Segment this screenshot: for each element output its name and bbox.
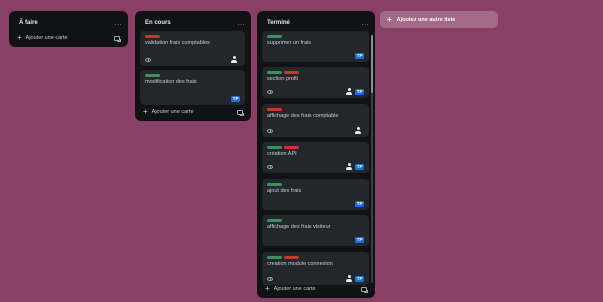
avatar-icon[interactable] bbox=[231, 56, 237, 63]
scrollbar[interactable] bbox=[371, 35, 373, 283]
scrollbar-thumb[interactable] bbox=[371, 35, 373, 93]
card[interactable]: ajout des frais TP bbox=[262, 179, 369, 210]
card-labels bbox=[267, 183, 364, 186]
member-badge[interactable]: TP bbox=[355, 200, 364, 207]
add-card-button[interactable]: + Ajouter une carte bbox=[265, 285, 316, 293]
card-labels bbox=[267, 35, 364, 38]
add-card-label: Ajouter une carte bbox=[151, 109, 194, 115]
card-badges: TP bbox=[267, 236, 364, 243]
eye-icon bbox=[145, 57, 151, 62]
card-title: ajout des frais bbox=[267, 188, 302, 194]
card-labels bbox=[145, 35, 240, 38]
card-badges bbox=[267, 127, 364, 134]
label-red[interactable] bbox=[284, 71, 299, 74]
label-green[interactable] bbox=[267, 183, 282, 186]
card-badges: TP bbox=[267, 88, 364, 95]
card-title: affichage des frais comptable bbox=[267, 113, 339, 119]
card-title: section profil bbox=[267, 76, 298, 82]
member-badge[interactable]: TP bbox=[355, 236, 364, 243]
plus-icon: + bbox=[17, 33, 22, 42]
label-red[interactable] bbox=[284, 256, 299, 259]
card[interactable]: supprimer un frais TP bbox=[262, 31, 369, 62]
card-labels bbox=[267, 146, 364, 149]
card[interactable]: section profil TP bbox=[262, 67, 369, 98]
list-menu-button[interactable]: ... bbox=[238, 20, 245, 27]
template-icon[interactable] bbox=[114, 35, 121, 42]
label-green[interactable] bbox=[267, 219, 282, 222]
list-termine: Terminé ... supprimer un frais TP sectio… bbox=[257, 11, 375, 298]
card-badges: TP bbox=[267, 52, 364, 59]
card-labels bbox=[267, 256, 364, 259]
label-red[interactable] bbox=[267, 108, 282, 111]
card-labels bbox=[267, 219, 364, 222]
member-badge[interactable]: TP bbox=[355, 88, 364, 95]
plus-icon: + bbox=[387, 14, 392, 24]
label-red[interactable] bbox=[145, 35, 160, 38]
card-title: création API bbox=[267, 151, 297, 157]
label-green[interactable] bbox=[267, 146, 282, 149]
card-title: creation module connexion bbox=[267, 261, 333, 267]
list-footer: + Ajouter une carte bbox=[9, 29, 128, 47]
add-card-label: Ajouter une carte bbox=[273, 286, 316, 292]
label-green[interactable] bbox=[267, 71, 282, 74]
card-labels bbox=[267, 71, 364, 74]
add-list-label: Ajoutez une autre liste bbox=[396, 16, 456, 23]
add-card-label: Ajouter une carte bbox=[25, 35, 68, 41]
card-badges: TP bbox=[267, 200, 364, 207]
eye-icon bbox=[267, 164, 273, 169]
card[interactable]: affichage des frais comptable bbox=[262, 104, 369, 137]
list-footer: + Ajouter une carte bbox=[135, 103, 251, 121]
add-card-button[interactable]: + Ajouter une carte bbox=[143, 108, 194, 116]
list-title[interactable]: À faire bbox=[19, 20, 38, 26]
card-badges: TP bbox=[267, 163, 364, 170]
card[interactable]: validation frais comptables bbox=[140, 31, 245, 66]
list-a-faire: À faire ... + Ajouter une carte bbox=[9, 11, 128, 47]
eye-icon bbox=[267, 128, 273, 133]
member-badge[interactable]: TP bbox=[355, 52, 364, 59]
card-title: validation frais comptables bbox=[145, 40, 210, 46]
list-menu-button[interactable]: ... bbox=[362, 20, 369, 27]
eye-icon bbox=[267, 89, 273, 94]
avatar-icon[interactable] bbox=[346, 163, 353, 170]
list-footer: + Ajouter une carte bbox=[257, 280, 375, 298]
board: À faire ... + Ajouter une carte En cours… bbox=[0, 0, 603, 302]
avatar-icon[interactable] bbox=[355, 127, 361, 134]
card[interactable]: création API TP bbox=[262, 142, 369, 173]
card[interactable]: modification des frais TP bbox=[140, 70, 245, 105]
add-card-button[interactable]: + Ajouter une carte bbox=[17, 34, 68, 42]
list-header: Terminé ... bbox=[257, 15, 375, 31]
list-title[interactable]: En cours bbox=[145, 20, 171, 26]
card-labels bbox=[145, 74, 240, 77]
card-labels bbox=[267, 108, 364, 111]
list-title[interactable]: Terminé bbox=[267, 20, 290, 26]
plus-icon: + bbox=[265, 284, 270, 293]
label-green[interactable] bbox=[267, 256, 282, 259]
list-menu-button[interactable]: ... bbox=[115, 20, 122, 27]
label-green[interactable] bbox=[267, 35, 282, 38]
template-icon[interactable] bbox=[237, 109, 244, 116]
add-list-button[interactable]: + Ajoutez une autre liste bbox=[380, 11, 498, 28]
card-title: affichage des frais visiteur bbox=[267, 224, 331, 230]
member-badge[interactable]: TP bbox=[231, 95, 240, 102]
card[interactable]: affichage des frais visiteur TP bbox=[262, 215, 369, 246]
card-badges bbox=[145, 56, 240, 63]
list-header: En cours ... bbox=[135, 15, 251, 31]
card-badges: TP bbox=[145, 95, 240, 102]
label-red[interactable] bbox=[284, 146, 299, 149]
avatar-icon[interactable] bbox=[346, 88, 353, 95]
template-icon[interactable] bbox=[361, 286, 368, 293]
card-title: modification des frais bbox=[145, 79, 197, 85]
list-en-cours: En cours ... validation frais comptables bbox=[135, 11, 251, 121]
member-badge[interactable]: TP bbox=[355, 163, 364, 170]
label-green[interactable] bbox=[145, 74, 160, 77]
plus-icon: + bbox=[143, 107, 148, 116]
card-title: supprimer un frais bbox=[267, 40, 312, 46]
